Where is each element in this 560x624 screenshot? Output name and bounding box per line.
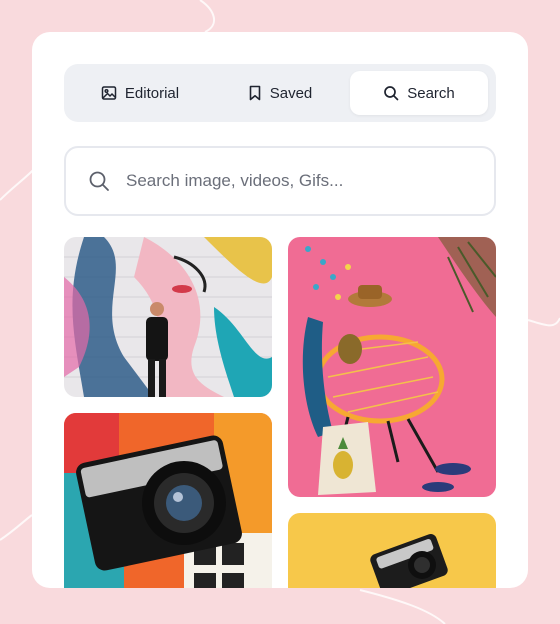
camera-image	[64, 413, 272, 588]
tab-editorial-label: Editorial	[124, 84, 180, 102]
camera-yellow-image	[288, 513, 496, 588]
search-icon	[88, 170, 110, 192]
tab-search-label: Search	[407, 84, 455, 102]
search-field[interactable]	[64, 146, 496, 216]
search-input[interactable]	[124, 170, 494, 192]
chair-image	[288, 237, 496, 497]
tab-saved-label: Saved	[269, 84, 313, 102]
mural-image	[64, 237, 272, 397]
gallery-image-camera[interactable]	[64, 413, 272, 588]
tab-editorial[interactable]: Editorial	[72, 71, 208, 115]
tab-search[interactable]: Search	[350, 71, 488, 115]
search-panel-card: Editorial Saved Search	[32, 32, 528, 588]
image-icon	[101, 85, 117, 101]
bookmark-icon	[248, 85, 262, 101]
gallery-image-chair[interactable]	[288, 237, 496, 497]
tab-bar: Editorial Saved Search	[64, 64, 496, 122]
tab-saved[interactable]: Saved	[212, 71, 348, 115]
gallery-image-camera-yellow[interactable]	[288, 513, 496, 588]
search-icon	[383, 85, 399, 101]
gallery-image-mural[interactable]	[64, 237, 272, 397]
